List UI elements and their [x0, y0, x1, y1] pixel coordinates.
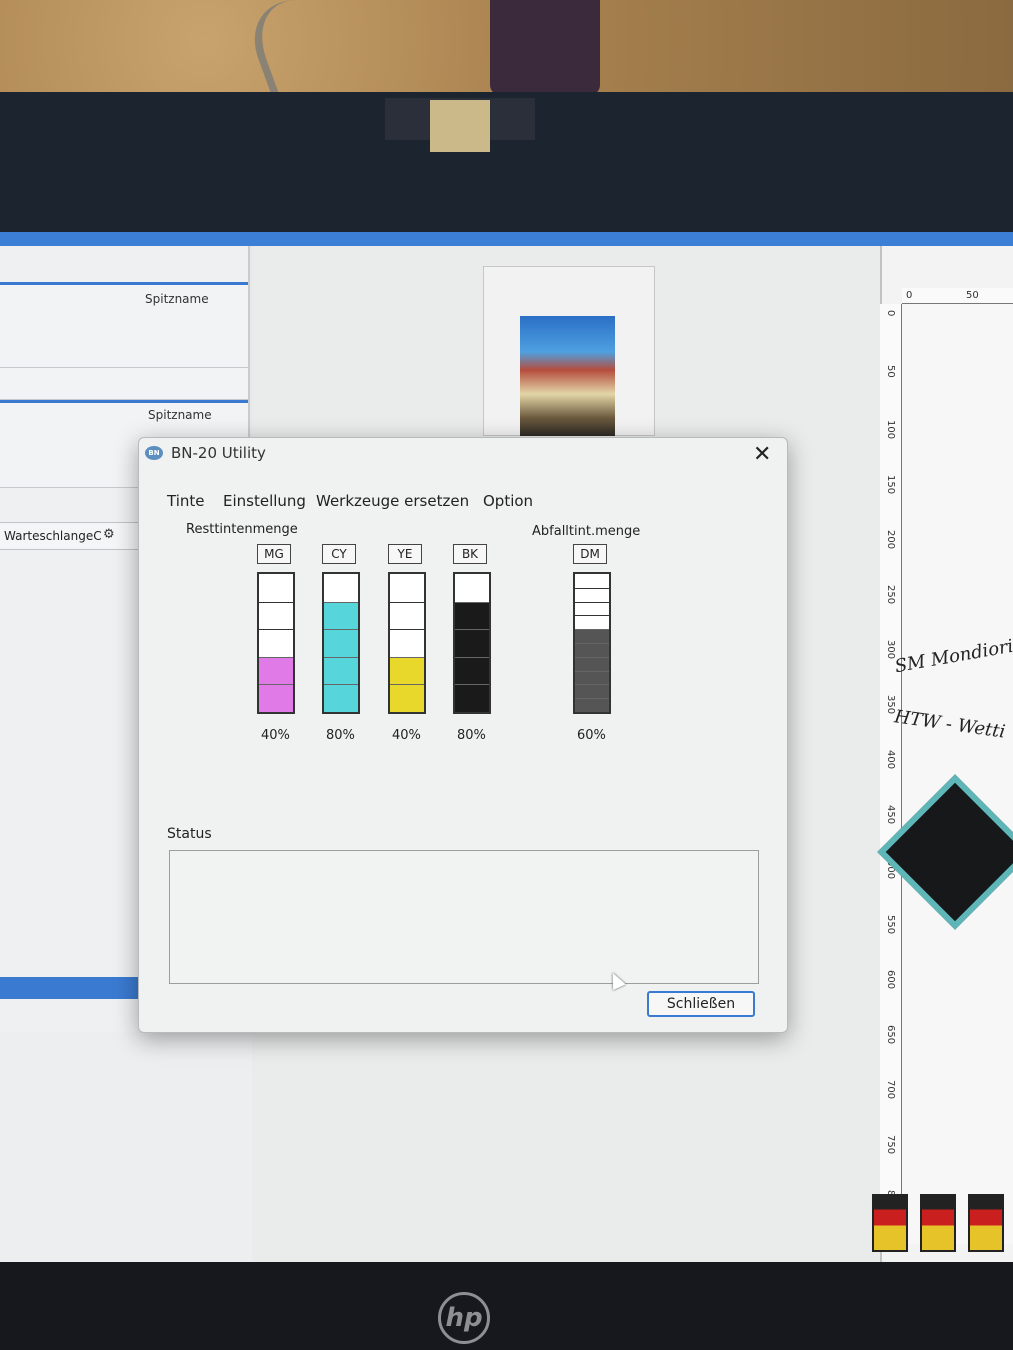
tank-segment-line [575, 629, 609, 631]
ruler-left: 0 50 100 150 200 250 300 350 400 450 500 550 600 650 7… [880, 304, 902, 1244]
row-accent [0, 282, 248, 285]
tab-einstellung[interactable]: Einstellung [223, 492, 306, 510]
tank-segment-line [324, 629, 358, 631]
tab-option[interactable]: Option [483, 492, 533, 510]
ruler-tick: 450 [885, 805, 896, 825]
strap [490, 0, 600, 95]
ruler-tick: 600 [885, 970, 896, 990]
ruler-tick: 200 [885, 530, 896, 550]
nickname-label: Spitzname [145, 292, 209, 306]
tank-segment-line [259, 629, 293, 631]
waste-percent: 60% [577, 728, 606, 743]
tank-segment-line [575, 615, 609, 617]
tank-segment-line [259, 656, 293, 658]
tank-segment-line [324, 656, 358, 658]
selected-job-bar[interactable] [0, 977, 160, 999]
chevron-artwork [872, 1194, 908, 1252]
tank-segment-line [455, 656, 489, 658]
ruler-tick: 250 [885, 585, 896, 605]
dialog-titlebar[interactable]: BN BN-20 Utility ✕ [139, 438, 787, 472]
tank-segment-line [575, 684, 609, 686]
tank-segment-line [575, 698, 609, 700]
tank-segment-line [575, 670, 609, 672]
queue-row[interactable]: WarteschlangeC ⚙ [0, 522, 160, 550]
tank-segment-line [455, 601, 489, 603]
ruler-tick: 0 [906, 290, 913, 301]
ruler-tick: 750 [885, 1135, 896, 1155]
ink-percent: 40% [261, 728, 290, 743]
status-box [169, 850, 759, 984]
tab-werkzeuge-ersetzen[interactable]: Werkzeuge ersetzen [316, 492, 469, 510]
close-icon[interactable]: ✕ [753, 442, 771, 467]
row-accent [0, 400, 248, 403]
ink-code: CY [322, 544, 356, 564]
monitor-bezel-bottom [0, 1262, 1013, 1350]
ruler-tick: 100 [885, 420, 896, 440]
tank-segment-line [575, 587, 609, 589]
waste-ink-label: Abfalltint.menge [532, 524, 641, 539]
title-bar-accent [0, 232, 1013, 246]
tank-segment-line [259, 601, 293, 603]
app-icon: BN [145, 446, 163, 460]
queue-label: WarteschlangeC [4, 529, 102, 543]
ruler-tick: 650 [885, 1025, 896, 1045]
tank-segment-line [324, 601, 358, 603]
tape-light [430, 100, 490, 152]
ruler-tick: 50 [885, 365, 896, 378]
tank-segment-line [390, 601, 424, 603]
chevron-artwork [968, 1194, 1004, 1252]
print-preview-image [520, 316, 615, 436]
ink-code: MG [257, 544, 291, 564]
tank-segment-line [390, 684, 424, 686]
ruler-tick: 550 [885, 915, 896, 935]
tank-segment-line [390, 656, 424, 658]
artwork-text: HTW - Wetti [893, 706, 1007, 743]
left-bottom-panel [0, 1032, 270, 1262]
tank-segment-line [575, 656, 609, 658]
tank-segment-line [324, 684, 358, 686]
ink-percent: 80% [326, 728, 355, 743]
remaining-ink-label: Resttintenmenge [186, 522, 298, 537]
hp-logo: hp [438, 1292, 490, 1344]
artwork-text: SM Mondioring [893, 631, 1013, 678]
waste-tank [573, 572, 611, 714]
ink-code: BK [453, 544, 487, 564]
status-label: Status [167, 826, 212, 842]
ruler-top: 0 50 [902, 288, 1013, 304]
close-button[interactable]: Schließen [647, 991, 755, 1017]
ink-code: YE [388, 544, 422, 564]
ink-code: DM [573, 544, 607, 564]
chevron-artwork [920, 1194, 956, 1252]
ruler-tick: 0 [885, 310, 896, 317]
ink-percent: 80% [457, 728, 486, 743]
tank-segment-line [390, 629, 424, 631]
ink-tank [453, 572, 491, 714]
ink-tank [388, 572, 426, 714]
ink-tank [257, 572, 295, 714]
tank-segment-line [575, 601, 609, 603]
ruler-tick: 700 [885, 1080, 896, 1100]
printer-row-1[interactable]: Spitzname [0, 282, 248, 368]
ruler-tick: 400 [885, 750, 896, 770]
tank-segment-line [455, 629, 489, 631]
ink-percent: 40% [392, 728, 421, 743]
ink-tank [322, 572, 360, 714]
ruler-tick: 50 [966, 290, 979, 301]
tab-tinte[interactable]: Tinte [167, 492, 205, 510]
artboard: SM Mondioring HTW - Wetti [893, 304, 1013, 1244]
printer-row-spacer [0, 368, 248, 400]
tank-segment-line [455, 684, 489, 686]
gear-icon[interactable]: ⚙ [103, 527, 115, 542]
tank-segment-line [259, 684, 293, 686]
nickname-label: Spitzname [148, 408, 212, 422]
bn20-utility-dialog: BN BN-20 Utility ✕ Tinte Einstellung Wer… [138, 437, 788, 1033]
tank-segment-line [575, 643, 609, 644]
ruler-tick: 150 [885, 475, 896, 495]
dialog-title: BN-20 Utility [171, 444, 266, 462]
